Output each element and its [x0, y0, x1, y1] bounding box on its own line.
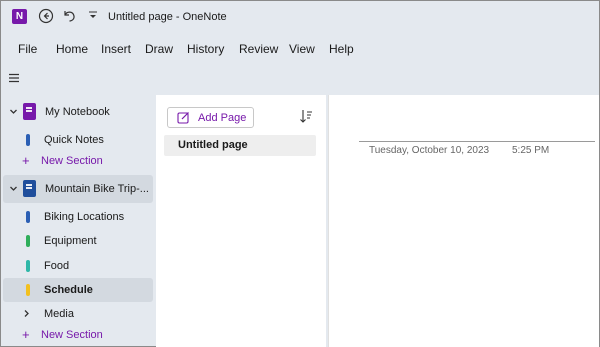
chevron-down-icon[interactable]	[9, 184, 18, 193]
menu-review[interactable]: Review	[239, 42, 278, 56]
add-page-icon	[177, 112, 189, 124]
new-section-button[interactable]: + New Section	[3, 323, 153, 347]
notebook-my-notebook[interactable]: My Notebook	[3, 100, 153, 124]
menu-home[interactable]: Home	[56, 42, 88, 56]
page-canvas[interactable]: Tuesday, October 10, 2023 5:25 PM	[328, 95, 599, 347]
section-schedule[interactable]: Schedule	[3, 278, 153, 302]
page-date: Tuesday, October 10, 2023	[369, 145, 490, 156]
back-icon[interactable]	[38, 8, 54, 24]
menu-file[interactable]: File	[18, 42, 37, 56]
notebook-mountain-bike-trip[interactable]: Mountain Bike Trip-...	[3, 175, 153, 203]
window-title: Untitled page - OneNote	[108, 11, 227, 23]
onenote-logo-icon: N	[12, 9, 27, 24]
menu-help[interactable]: Help	[329, 42, 354, 56]
chevron-down-icon[interactable]	[9, 107, 18, 116]
section-tab-icon	[26, 134, 30, 146]
add-page-label: Add Page	[198, 112, 247, 124]
quick-access-dropdown-icon[interactable]	[88, 10, 98, 22]
notebook-name: My Notebook	[45, 106, 110, 118]
section-biking-locations[interactable]: Biking Locations	[3, 205, 153, 229]
section-tab-icon	[26, 235, 30, 247]
add-page-button[interactable]: Add Page	[167, 107, 254, 128]
plus-icon: +	[22, 153, 30, 168]
page-title: Untitled page	[178, 139, 248, 151]
section-food[interactable]: Food	[3, 254, 153, 278]
section-label: Food	[44, 260, 70, 272]
section-label: Quick Notes	[44, 134, 104, 146]
section-tab-icon	[26, 260, 30, 272]
page-list-panel: Add Page Untitled page	[156, 95, 326, 347]
notebook-icon	[23, 103, 36, 120]
page-title-underline	[359, 141, 595, 142]
menu-bar: File Home Insert Draw History Review Vie…	[0, 40, 600, 60]
menu-history[interactable]: History	[187, 42, 224, 56]
chevron-right-icon[interactable]	[22, 309, 31, 318]
section-label: Biking Locations	[44, 211, 125, 223]
plus-icon: +	[22, 327, 30, 342]
hamburger-menu-icon[interactable]	[8, 72, 20, 84]
page-time: 5:25 PM	[512, 145, 550, 156]
sort-icon[interactable]	[299, 109, 313, 123]
new-section-label: New Section	[41, 329, 103, 341]
notebook-icon	[23, 180, 36, 197]
section-label: Equipment	[44, 235, 97, 247]
title-bar: N Untitled page - OneNote	[0, 0, 600, 34]
section-label: Schedule	[44, 284, 93, 296]
notebook-panel: My Notebook Quick Notes + New Section Mo…	[0, 95, 156, 347]
undo-icon[interactable]	[61, 7, 77, 23]
menu-view[interactable]: View	[289, 42, 315, 56]
section-equipment[interactable]: Equipment	[3, 229, 153, 253]
page-item-untitled[interactable]: Untitled page	[164, 135, 316, 156]
menu-draw[interactable]: Draw	[145, 42, 173, 56]
notebook-name: Mountain Bike Trip-...	[45, 183, 149, 195]
new-section-label: New Section	[41, 155, 103, 167]
new-section-button[interactable]: + New Section	[3, 149, 153, 173]
section-label: Media	[44, 308, 74, 320]
section-tab-icon	[26, 284, 30, 296]
section-tab-icon	[26, 211, 30, 223]
menu-insert[interactable]: Insert	[101, 42, 131, 56]
